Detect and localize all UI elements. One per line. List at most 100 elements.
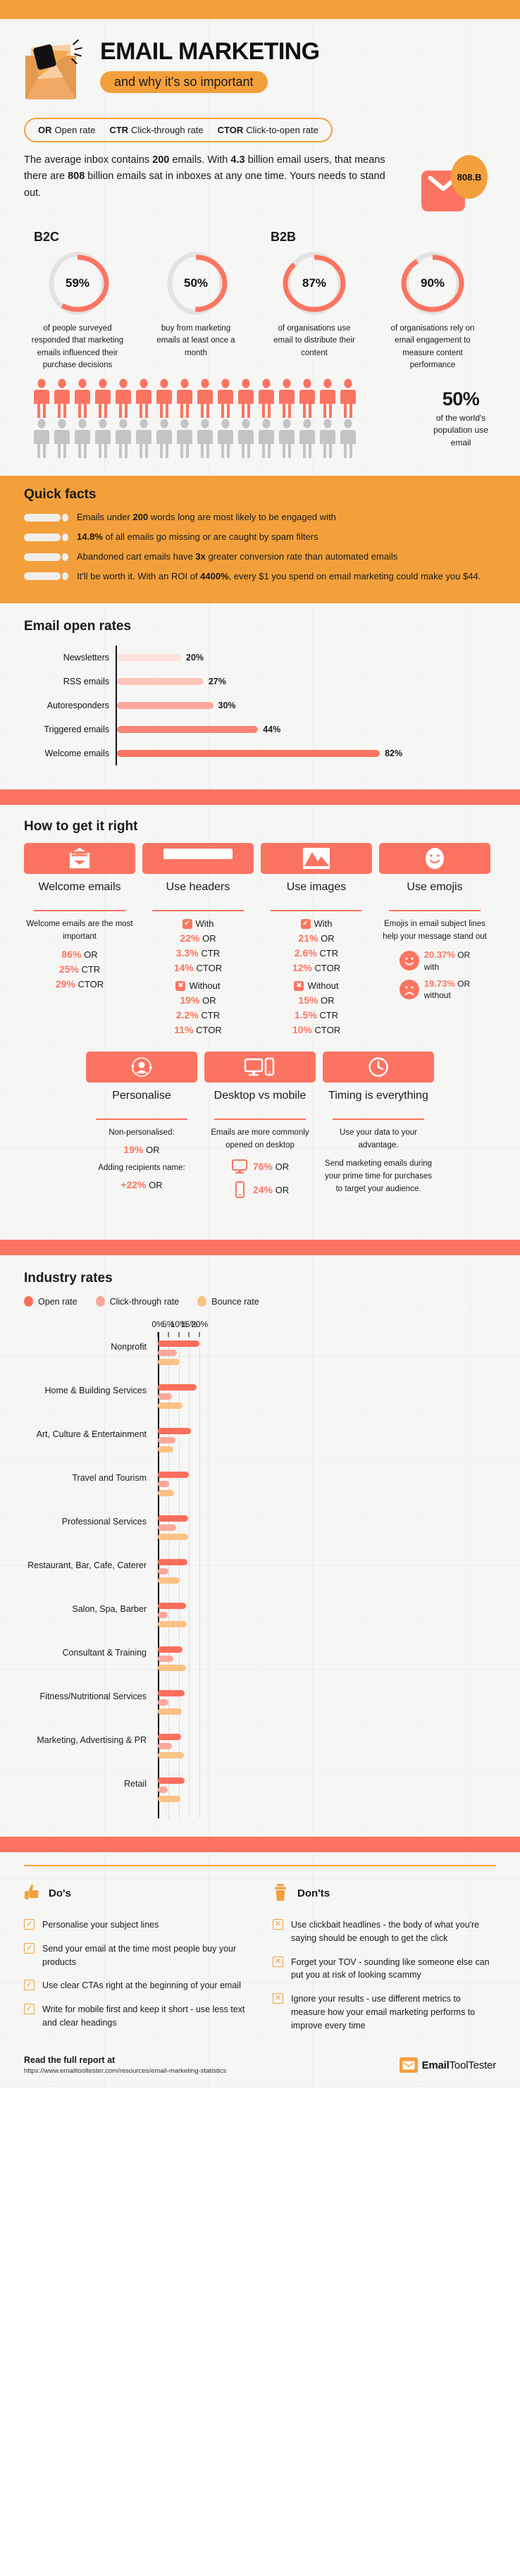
card-body-2: Adding recipients name: bbox=[98, 1164, 185, 1173]
stat-unit: CTR bbox=[81, 964, 101, 975]
top-orange-band bbox=[0, 0, 520, 19]
card-title: Desktop vs mobile bbox=[213, 1090, 307, 1102]
industry-bar bbox=[158, 1403, 182, 1409]
person-icon bbox=[156, 378, 172, 418]
card-title: Timing is everything bbox=[328, 1090, 428, 1102]
fact-post: of all emails go missing or are caught b… bbox=[102, 531, 318, 542]
industry-plot-area: Nonprofit Home & Building Services Art, Cu… bbox=[24, 1332, 496, 1818]
industry-bar bbox=[158, 1734, 181, 1740]
legend-label: Open rate bbox=[38, 1296, 78, 1307]
industry-bar bbox=[158, 1796, 181, 1802]
stat-number: 22% bbox=[180, 932, 200, 944]
stat-unit: CTOR bbox=[196, 1025, 222, 1036]
donts-title: Don'ts bbox=[297, 1887, 330, 1899]
industry-category-label: Fitness/Nutritional Services bbox=[39, 1691, 147, 1701]
dos-item-text: Send your email at the time most people … bbox=[42, 1943, 237, 1967]
dos-column: Do's ✓ Personalise your subject lines ✓ … bbox=[24, 1882, 247, 2042]
donut-value: 50% bbox=[183, 276, 209, 290]
donts-item-text: Use clickbait headlines - the body of wh… bbox=[291, 1920, 480, 1943]
brand-logo[interactable]: EmailToolTester bbox=[399, 2057, 496, 2073]
how-to-cards-row-1: WELCOME Welcome emails Welcome emails ar… bbox=[24, 843, 496, 1037]
industry-category-label: Consultant & Training bbox=[62, 1648, 147, 1658]
fact-dot-icon bbox=[62, 533, 68, 541]
card-divider bbox=[389, 910, 481, 912]
industry-bar bbox=[158, 1752, 185, 1758]
open-rate-bar bbox=[117, 750, 380, 758]
open-rate-value-label: 44% bbox=[263, 725, 281, 735]
stat-number: 3.3% bbox=[175, 947, 199, 959]
stat-number: 25% bbox=[58, 963, 79, 975]
open-rate-bar-row: Newsletters 20% bbox=[24, 646, 496, 670]
donut-card: 50% buy from marketing emails at least o… bbox=[140, 249, 252, 371]
check-icon: ✓ bbox=[24, 1980, 35, 1991]
check-icon: ✔ bbox=[300, 918, 311, 929]
footer-url[interactable]: https://www.emailtooltester.com/resource… bbox=[24, 2067, 226, 2075]
emoji-stat-sad: 19.73% OR without bbox=[379, 978, 490, 1002]
stat-unit: CTOR bbox=[314, 1025, 341, 1036]
donut-caption: of organisations use email to distribute… bbox=[273, 324, 355, 357]
envelope-logo-icon bbox=[399, 2057, 418, 2073]
person-refresh-icon bbox=[86, 1052, 197, 1083]
card-body: Use your data to your advantage. bbox=[340, 1128, 417, 1150]
clock-icon bbox=[323, 1052, 434, 1083]
without-row: ✖ Without bbox=[142, 980, 254, 991]
industry-category-label: Professional Services bbox=[61, 1517, 147, 1527]
stat-number: 24% bbox=[252, 1183, 273, 1195]
card-divider bbox=[96, 1118, 187, 1121]
person-icon bbox=[75, 419, 90, 458]
intro-text-1: The average inbox contains bbox=[24, 154, 153, 166]
donut-value: 90% bbox=[420, 276, 445, 290]
population-section: 50% of the world's population use email bbox=[0, 371, 520, 476]
happy-face-icon bbox=[399, 950, 419, 970]
stat-line: 15% OR bbox=[261, 993, 372, 1008]
industry-bar bbox=[158, 1568, 169, 1574]
donut-chart-50: 50% bbox=[164, 249, 228, 318]
industry-bar bbox=[158, 1446, 173, 1453]
open-rate-bar-row: Triggered emails 44% bbox=[24, 717, 496, 742]
industry-bar bbox=[158, 1612, 168, 1618]
stat-number: 2.6% bbox=[294, 947, 317, 959]
industry-category-label: Nonprofit bbox=[111, 1342, 147, 1352]
glossary-term: Click-to-open rate bbox=[246, 125, 318, 135]
population-caption: of the world's population use email bbox=[433, 412, 489, 448]
industry-bar bbox=[158, 1577, 180, 1584]
person-icon bbox=[197, 419, 213, 458]
card-title: Welcome emails bbox=[38, 881, 121, 894]
card-title: Use emojis bbox=[407, 881, 463, 894]
industry-bar bbox=[158, 1437, 176, 1443]
stat-number: +22% bbox=[120, 1179, 147, 1190]
stat-line: 22% OR bbox=[142, 931, 254, 946]
quick-fact-item: 14.8% of all emails go missing or are ca… bbox=[24, 531, 496, 544]
header: EMAIL MARKETING and why it's so importan… bbox=[0, 19, 520, 106]
stat-unit: CTR bbox=[319, 1010, 339, 1021]
stat-unit: CTOR bbox=[78, 979, 104, 990]
fact-bold: 14.8% bbox=[77, 531, 103, 542]
stat-number: 14% bbox=[173, 962, 194, 974]
stat-unit: OR bbox=[321, 933, 335, 944]
stat-line: 2.2% CTR bbox=[142, 1008, 254, 1023]
envelope-icon: 808.B bbox=[417, 155, 495, 220]
fact-post: words long are most likely to be engaged… bbox=[148, 512, 336, 522]
donut-chart-90: 90% bbox=[401, 249, 464, 318]
industry-bar bbox=[158, 1743, 172, 1749]
card-title: Use headers bbox=[166, 881, 230, 894]
person-icon bbox=[218, 419, 233, 458]
welcome-envelope-icon: WELCOME bbox=[24, 843, 135, 875]
industry-bar bbox=[158, 1646, 182, 1653]
industry-bar-group: Art, Culture & Entertainment bbox=[24, 1425, 496, 1469]
fact-bar-icon bbox=[24, 553, 61, 561]
donts-item: ✕ Forget your TOV - sounding like someon… bbox=[273, 1956, 496, 1983]
stat-unit: CTR bbox=[201, 1010, 221, 1021]
how-to-title: How to get it right bbox=[24, 819, 138, 834]
device-stat-desktop: 76% OR bbox=[204, 1158, 316, 1175]
x-tick-label: 20% bbox=[191, 1319, 209, 1329]
quick-facts-title: Quick facts bbox=[24, 487, 97, 502]
quick-fact-item: It'll be worth it. With an ROI of 4400%,… bbox=[24, 570, 496, 584]
industry-category-label: Retail bbox=[124, 1779, 147, 1789]
stat-number: 1.5% bbox=[294, 1009, 317, 1021]
industry-bar bbox=[158, 1777, 185, 1784]
industry-bars bbox=[158, 1734, 185, 1761]
device-stat-mobile: 24% OR bbox=[204, 1181, 316, 1199]
legend-item-open-rate: Open rate bbox=[24, 1296, 78, 1307]
stat-qualifier: with bbox=[423, 961, 440, 972]
